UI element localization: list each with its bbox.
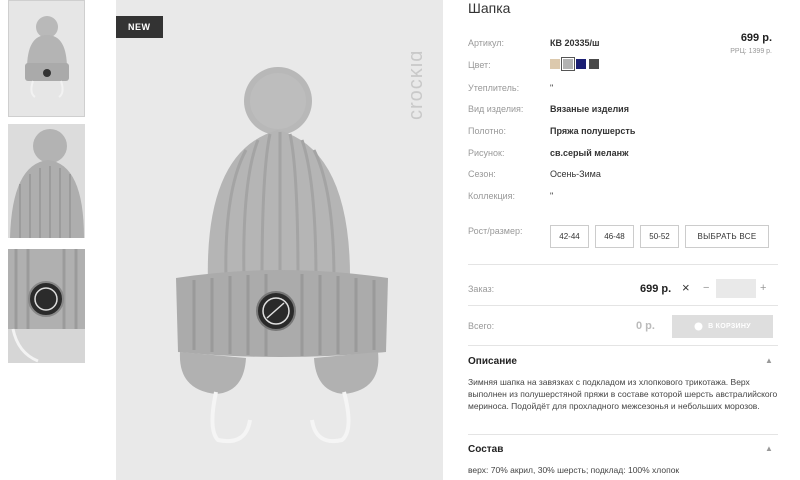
size-button-42-44[interactable]: 42-44 [550, 225, 589, 248]
attr-value: Пряжа полушерсть [550, 126, 636, 136]
attr-label: Коллекция: [468, 191, 516, 201]
color-swatch-grey[interactable] [561, 57, 575, 71]
attr-value: " [550, 191, 554, 201]
thumbnail-gallery [8, 0, 86, 363]
thumbnail-2[interactable] [8, 124, 85, 238]
hat-thumbnail-image [9, 1, 84, 116]
order-price: 699 р. [640, 283, 672, 295]
qty-minus-button[interactable]: − [703, 282, 709, 294]
product-title: Шапка [468, 0, 511, 16]
attr-value: Вязаные изделия [550, 104, 629, 114]
product-rrp: РРЦ: 1399 р. [730, 48, 772, 55]
chevron-up-icon[interactable]: ▲ [765, 444, 773, 453]
select-all-button[interactable]: ВЫБРАТЬ ВСЕ [685, 225, 769, 248]
total-price: 0 р. [636, 320, 655, 332]
chevron-up-icon[interactable]: ▲ [765, 356, 773, 365]
color-swatch-navy[interactable] [576, 59, 586, 69]
attr-label: Рисунок: [468, 148, 505, 158]
new-badge: NEW [116, 16, 163, 38]
thumbnail-3[interactable] [8, 249, 85, 363]
qty-plus-button[interactable]: + [760, 282, 766, 294]
divider [468, 305, 778, 306]
color-swatch-dark-grey[interactable] [589, 59, 599, 69]
divider [468, 264, 778, 265]
main-product-image: NEW crockid [116, 0, 443, 480]
clear-order-icon[interactable]: × [682, 280, 690, 295]
divider [468, 345, 778, 346]
attr-label: Артикул: [468, 38, 505, 48]
attr-label: Полотно: [468, 126, 507, 136]
thumbnail-1[interactable] [8, 0, 85, 117]
size-options: 42-44 46-48 50-52 ВЫБРАТЬ ВСЕ [550, 225, 769, 248]
attr-label: Вид изделия: [468, 104, 524, 114]
divider [468, 434, 778, 435]
hat-logo-closeup-image [8, 249, 85, 363]
description-text: Зимняя шапка на завязках с подкладом из … [468, 377, 778, 412]
product-price: 699 р. [740, 32, 772, 44]
cart-icon [694, 322, 703, 331]
attr-label: Сезон: [468, 169, 496, 179]
color-swatches [550, 57, 599, 71]
total-label: Всего: [468, 321, 495, 331]
add-to-cart-label: В КОРЗИНУ [708, 323, 751, 330]
color-swatch-beige[interactable] [550, 59, 560, 69]
attr-value: св.серый меланж [550, 148, 629, 158]
attr-label: Цвет: [468, 60, 491, 70]
order-label: Заказ: [468, 284, 495, 294]
hat-main-image [116, 0, 443, 480]
add-to-cart-button[interactable]: В КОРЗИНУ [672, 315, 773, 338]
attr-label: Утеплитель: [468, 83, 520, 93]
hat-closeup-image [8, 124, 85, 238]
svg-text:crockid: crockid [411, 50, 427, 120]
attr-value: " [550, 83, 554, 93]
attr-value: Осень-Зима [550, 169, 601, 179]
size-button-46-48[interactable]: 46-48 [595, 225, 634, 248]
brand-logo: crockid [411, 50, 427, 120]
size-button-50-52[interactable]: 50-52 [640, 225, 679, 248]
quantity-input[interactable] [716, 279, 756, 298]
attr-value: КВ 20335/ш [550, 38, 600, 48]
composition-text: верх: 70% акрил, 30% шерсть; подклад: 10… [468, 465, 680, 475]
composition-title[interactable]: Состав [468, 444, 503, 455]
size-label: Рост/размер: [468, 226, 523, 236]
description-title[interactable]: Описание [468, 356, 517, 367]
